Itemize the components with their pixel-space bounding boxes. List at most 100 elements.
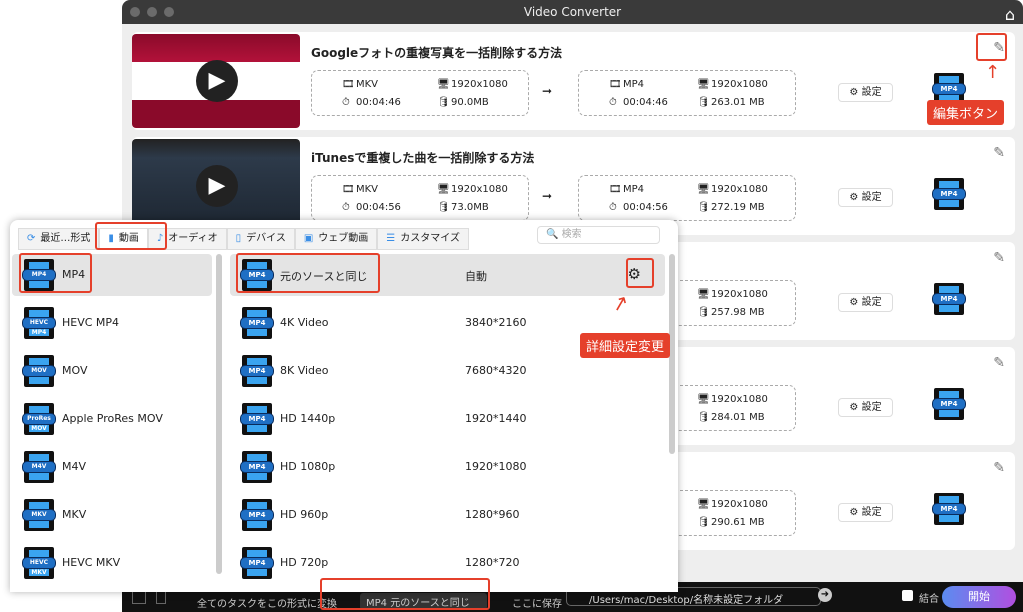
pencil-icon[interactable]: ✎ [993, 145, 1005, 161]
arrow-icon: ➞ [542, 84, 553, 98]
format-item[interactable]: MP4 MP4 [12, 254, 212, 296]
info-icon: 🎞 [342, 79, 355, 90]
format-select[interactable]: MP4 元のソースと同じ [360, 593, 487, 610]
home-icon[interactable]: ⌂ [1005, 3, 1015, 27]
format-icon-label: MP4 [932, 293, 966, 305]
format-label: HEVC MKV [62, 556, 121, 569]
output-format-button[interactable]: MP4 [932, 283, 966, 319]
pencil-icon[interactable]: ✎ [993, 460, 1005, 476]
recent-icon: ⟳ [27, 233, 36, 244]
video-thumbnail[interactable]: ▶ [132, 139, 300, 233]
source-info: 🎞 MKV 🖥 1920x1080 ⏱ 00:04:46 🛢 90.0MB [311, 70, 529, 116]
tab-audio[interactable]: ♪ オーディオ [147, 228, 227, 250]
format-item[interactable]: MOV MOV [12, 350, 212, 392]
preset-resolution: 3840*2160 [465, 316, 527, 329]
format-label: MKV [62, 508, 87, 521]
tab-customize[interactable]: ☰ カスタマイズ [377, 228, 469, 250]
format-film-icon: MP4 [240, 547, 274, 579]
format-item[interactable]: HEVC MKV HEVC MKV [12, 542, 212, 584]
close-dot[interactable] [130, 7, 140, 17]
settings-button[interactable]: ⚙ 設定 [838, 503, 893, 522]
merge-checkbox[interactable] [902, 590, 913, 601]
pencil-icon[interactable]: ✎ [993, 40, 1005, 56]
format-film-icon: MOV [22, 355, 56, 387]
settings-button[interactable]: ⚙ 設定 [838, 188, 893, 207]
arrow-icon: ➞ [542, 189, 553, 203]
gear-icon[interactable]: ⚙ [628, 265, 641, 283]
play-icon[interactable]: ▶ [196, 60, 238, 102]
preset-resolution: 1920*1440 [465, 412, 527, 425]
tab-label: 最近…形式 [40, 233, 91, 244]
tab-device[interactable]: ▯ デバイス [226, 228, 295, 250]
play-icon[interactable]: ▶ [196, 165, 238, 207]
output-format-button[interactable]: MP4 [932, 388, 966, 424]
format-list-scrollbar[interactable] [216, 254, 222, 574]
source-info: 🎞 MKV 🖥 1920x1080 ⏱ 00:04:56 🛢 73.0MB [311, 175, 529, 221]
window-controls[interactable] [130, 7, 174, 17]
preset-item[interactable]: MP4 HD 1080p 1920*1080 [230, 446, 665, 488]
output-format-button[interactable]: MP4 [932, 493, 966, 529]
output-res: 1920x1080 [711, 184, 768, 195]
settings-button[interactable]: ⚙ 設定 [838, 293, 893, 312]
open-folder-icon[interactable]: ➜ [818, 588, 832, 602]
output-format: MP4 [623, 79, 645, 90]
add-icon[interactable] [132, 590, 146, 604]
tab-label: デバイス [246, 233, 286, 244]
start-button[interactable]: 開始 [942, 586, 1016, 608]
preset-list: MP4 元のソースと同じ 自動 ⚙ MP4 4K Video 3840*2160 MP4 8K … [230, 252, 665, 592]
preset-label: HD 960p [280, 508, 329, 521]
format-icon-label: MP4 [240, 461, 274, 473]
video-thumbnail[interactable]: ▶ [132, 34, 300, 128]
output-format-button[interactable]: MP4 [932, 178, 966, 214]
format-icon-label: MP4 [22, 269, 56, 281]
web-video-icon: ▣ [303, 233, 314, 244]
format-item[interactable]: ProRes MOV Apple ProRes MOV [12, 398, 212, 440]
info-icon: 🛢 [697, 517, 710, 528]
format-item[interactable]: HEVC MP4 HEVC MP4 [12, 302, 212, 344]
preset-item[interactable]: MP4 HD 1440p 1920*1440 [230, 398, 665, 440]
settings-label: 設定 [861, 192, 882, 203]
trash-icon[interactable] [156, 590, 166, 604]
preset-resolution: 7680*4320 [465, 364, 527, 377]
output-size: 257.98 MB [711, 307, 765, 318]
format-icon-label: M4V [22, 461, 56, 473]
convert-all-label: 全てのタスクをこの形式に変換 [197, 599, 337, 610]
format-icon-label: HEVC MKV [22, 557, 56, 576]
format-item[interactable]: MKV MKV [12, 494, 212, 536]
info-icon: ⏱ [609, 202, 617, 213]
gear-icon: ⚙ [849, 402, 862, 413]
preset-resolution: 1920*1080 [465, 460, 527, 473]
window-title: Video Converter [523, 5, 622, 19]
preset-label: HD 1080p [280, 460, 336, 473]
preset-label: 4K Video [280, 316, 329, 329]
preset-resolution: 1280*720 [465, 556, 520, 569]
settings-button[interactable]: ⚙ 設定 [838, 398, 893, 417]
tab-label: 動画 [118, 233, 139, 244]
format-film-icon: MP4 [240, 307, 274, 339]
format-item[interactable]: M4V M4V [12, 446, 212, 488]
preset-label: HD 720p [280, 556, 329, 569]
output-res: 1920x1080 [711, 79, 768, 90]
search-input[interactable]: 🔍 検索 [537, 226, 660, 244]
format-popup: ⟳ 最近…形式 ▮ 動画 ♪ オーディオ ▯ デバイス ▣ ウェブ動画 ☰ カスタマイズ 🔍 検索 M… [10, 220, 678, 592]
output-size: 263.01 MB [711, 97, 765, 108]
preset-item[interactable]: MP4 HD 960p 1280*960 [230, 494, 665, 536]
format-film-icon: MP4 [932, 283, 966, 315]
output-size: 284.01 MB [711, 412, 765, 423]
tab-recent[interactable]: ⟳ 最近…形式 [18, 228, 100, 250]
settings-button[interactable]: ⚙ 設定 [838, 83, 893, 102]
tab-web-video[interactable]: ▣ ウェブ動画 [294, 228, 378, 250]
task-title: Googleフォトの重複写真を一括削除する方法 [311, 46, 563, 60]
preset-label: 8K Video [280, 364, 329, 377]
format-icon-label: HEVC MP4 [22, 317, 56, 336]
pencil-icon[interactable]: ✎ [993, 250, 1005, 266]
preset-item[interactable]: MP4 HD 720p 1280*720 [230, 542, 665, 584]
preset-item[interactable]: MP4 元のソースと同じ 自動 ⚙ [230, 254, 665, 296]
tab-label: オーディオ [168, 233, 218, 244]
tab-video[interactable]: ▮ 動画 [99, 228, 148, 250]
pencil-icon[interactable]: ✎ [993, 355, 1005, 371]
zoom-dot[interactable] [164, 7, 174, 17]
gear-icon: ⚙ [849, 297, 862, 308]
format-icon-label: MOV [22, 365, 56, 377]
minimize-dot[interactable] [147, 7, 157, 17]
